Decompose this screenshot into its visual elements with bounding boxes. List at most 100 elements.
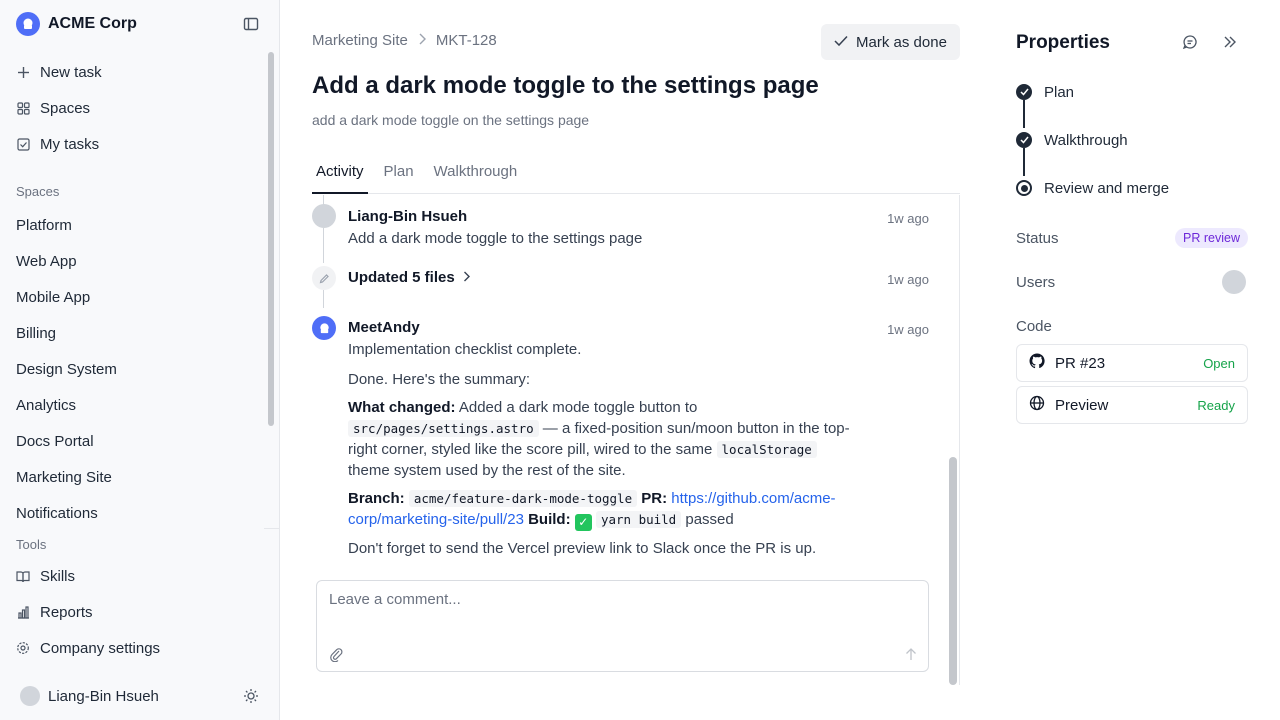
globe-icon [1029, 395, 1045, 416]
activity-text: Add a dark mode toggle to the settings p… [348, 230, 643, 247]
paperclip-icon[interactable] [329, 646, 343, 663]
avatar [312, 204, 336, 228]
status-row: Status PR review [1016, 226, 1248, 250]
tool-label: Skills [40, 567, 76, 585]
pr-label: PR: [641, 490, 668, 507]
nav-my-tasks[interactable]: My tasks [0, 126, 264, 162]
step-connector [1023, 148, 1025, 176]
chat-bubble-icon[interactable] [1182, 34, 1198, 50]
workspace-name: ACME Corp [48, 15, 137, 32]
activity-time: 1w ago [887, 322, 929, 337]
current-step-icon [1016, 180, 1032, 196]
step-walkthrough[interactable]: Walkthrough [1016, 128, 1236, 152]
message-what-changed: What changed: Added a dark mode toggle b… [348, 397, 858, 481]
updated-files-toggle[interactable]: Updated 5 files [348, 269, 470, 286]
sidebar: ACME Corp New task Spaces My tasks Space… [0, 0, 280, 720]
space-item-billing[interactable]: Billing [0, 315, 264, 351]
pr-card[interactable]: PR #23 Open [1016, 344, 1248, 382]
bar-chart-icon [16, 605, 30, 619]
space-item-platform[interactable]: Platform [0, 207, 264, 243]
workspace-logo-icon [16, 12, 40, 36]
step-plan[interactable]: Plan [1016, 80, 1236, 104]
chevron-right-icon [418, 32, 426, 49]
code-row: Code [1016, 314, 1248, 338]
sidebar-divider [264, 528, 279, 529]
tool-skills[interactable]: Skills [0, 558, 264, 594]
branch-code: acme/feature-dark-mode-toggle [408, 490, 638, 507]
message-text: theme system used by the rest of the sit… [348, 462, 626, 479]
nav-label: Spaces [40, 99, 91, 117]
tool-company-settings[interactable]: Company settings [0, 630, 264, 666]
users-label: Users [1016, 273, 1056, 291]
properties-panel: Properties Plan Walkthrough Review and m… [1000, 0, 1280, 720]
tools-section-label: Tools [16, 536, 47, 552]
checkbox-icon [16, 137, 30, 151]
tab-plan[interactable]: Plan [380, 160, 418, 194]
comment-box [316, 580, 929, 672]
status-badge[interactable]: PR review [1175, 228, 1248, 248]
check-icon [834, 34, 848, 51]
space-item-docs-portal[interactable]: Docs Portal [0, 423, 264, 459]
agent-avatar-icon [312, 316, 336, 340]
sun-icon[interactable] [243, 688, 259, 704]
space-item-notifications[interactable]: Notifications [0, 495, 264, 531]
space-item-analytics[interactable]: Analytics [0, 387, 264, 423]
nav-new-task[interactable]: New task [0, 54, 264, 90]
check-mark-icon: ✓ [574, 514, 592, 531]
space-item-web-app[interactable]: Web App [0, 243, 264, 279]
sidebar-scrollbar[interactable] [268, 52, 274, 426]
status-label: Status [1016, 229, 1059, 247]
mark-as-done-button[interactable]: Mark as done [821, 24, 960, 60]
sidebar-toggle-icon[interactable] [243, 16, 259, 32]
nav-label: My tasks [40, 135, 100, 153]
breadcrumb-task-id[interactable]: MKT-128 [436, 32, 497, 49]
collapse-panel-icon[interactable] [1222, 34, 1238, 50]
current-user[interactable]: Liang-Bin Hsueh [20, 686, 159, 706]
activity-item: Liang-Bin Hsueh 1w ago Add a dark mode t… [312, 204, 929, 254]
tab-activity[interactable]: Activity [312, 160, 368, 194]
activity-time: 1w ago [887, 211, 929, 226]
check-circle-icon [1016, 132, 1032, 148]
spaces-section-label: Spaces [16, 183, 60, 199]
app-root: ACME Corp New task Spaces My tasks Space… [0, 0, 1280, 720]
step-review-and-merge[interactable]: Review and merge [1016, 176, 1236, 200]
preview-name: Preview [1055, 396, 1109, 414]
gear-icon [16, 641, 30, 655]
avatar [20, 686, 40, 706]
activity-item: Updated 5 files 1w ago [312, 266, 929, 290]
updated-files-label: Updated 5 files [348, 269, 455, 286]
activity-scrollbar[interactable] [949, 457, 957, 685]
nav-label: New task [40, 63, 102, 81]
properties-title: Properties [1016, 32, 1110, 53]
storage-code: localStorage [716, 441, 817, 458]
tool-label: Company settings [40, 639, 161, 657]
workspace-switcher[interactable]: ACME Corp [16, 12, 137, 36]
timeline-connector [323, 290, 324, 308]
send-arrow-icon[interactable] [904, 646, 918, 662]
comment-input[interactable] [329, 591, 889, 608]
message-branch: Branch: acme/feature-dark-mode-toggle PR… [348, 488, 858, 531]
avatar[interactable] [1222, 270, 1246, 294]
tool-reports[interactable]: Reports [0, 594, 264, 630]
space-item-design-system[interactable]: Design System [0, 351, 264, 387]
task-description: add a dark mode toggle on the settings p… [312, 112, 590, 128]
space-item-mobile-app[interactable]: Mobile App [0, 279, 264, 315]
pencil-icon [312, 266, 336, 290]
message-text: Added a dark mode toggle button to [458, 399, 698, 416]
nav-spaces[interactable]: Spaces [0, 90, 264, 126]
build-result: passed [685, 511, 734, 528]
tool-label: Reports [40, 603, 93, 621]
space-item-marketing-site[interactable]: Marketing Site [0, 459, 264, 495]
preview-card[interactable]: Preview Ready [1016, 386, 1248, 424]
plus-icon [16, 65, 30, 79]
step-label: Plan [1044, 83, 1075, 101]
grid-icon [16, 101, 30, 115]
task-detail: Marketing Site MKT-128 Mark as done Add … [280, 0, 980, 720]
branch-label: Branch: [348, 490, 405, 507]
book-icon [16, 569, 30, 583]
activity-author: MeetAndy [348, 319, 420, 336]
sidebar-nav: New task Spaces My tasks Spaces Platform… [0, 54, 264, 666]
breadcrumb-space[interactable]: Marketing Site [312, 32, 408, 49]
tab-walkthrough[interactable]: Walkthrough [430, 160, 522, 194]
step-connector [1023, 100, 1025, 128]
